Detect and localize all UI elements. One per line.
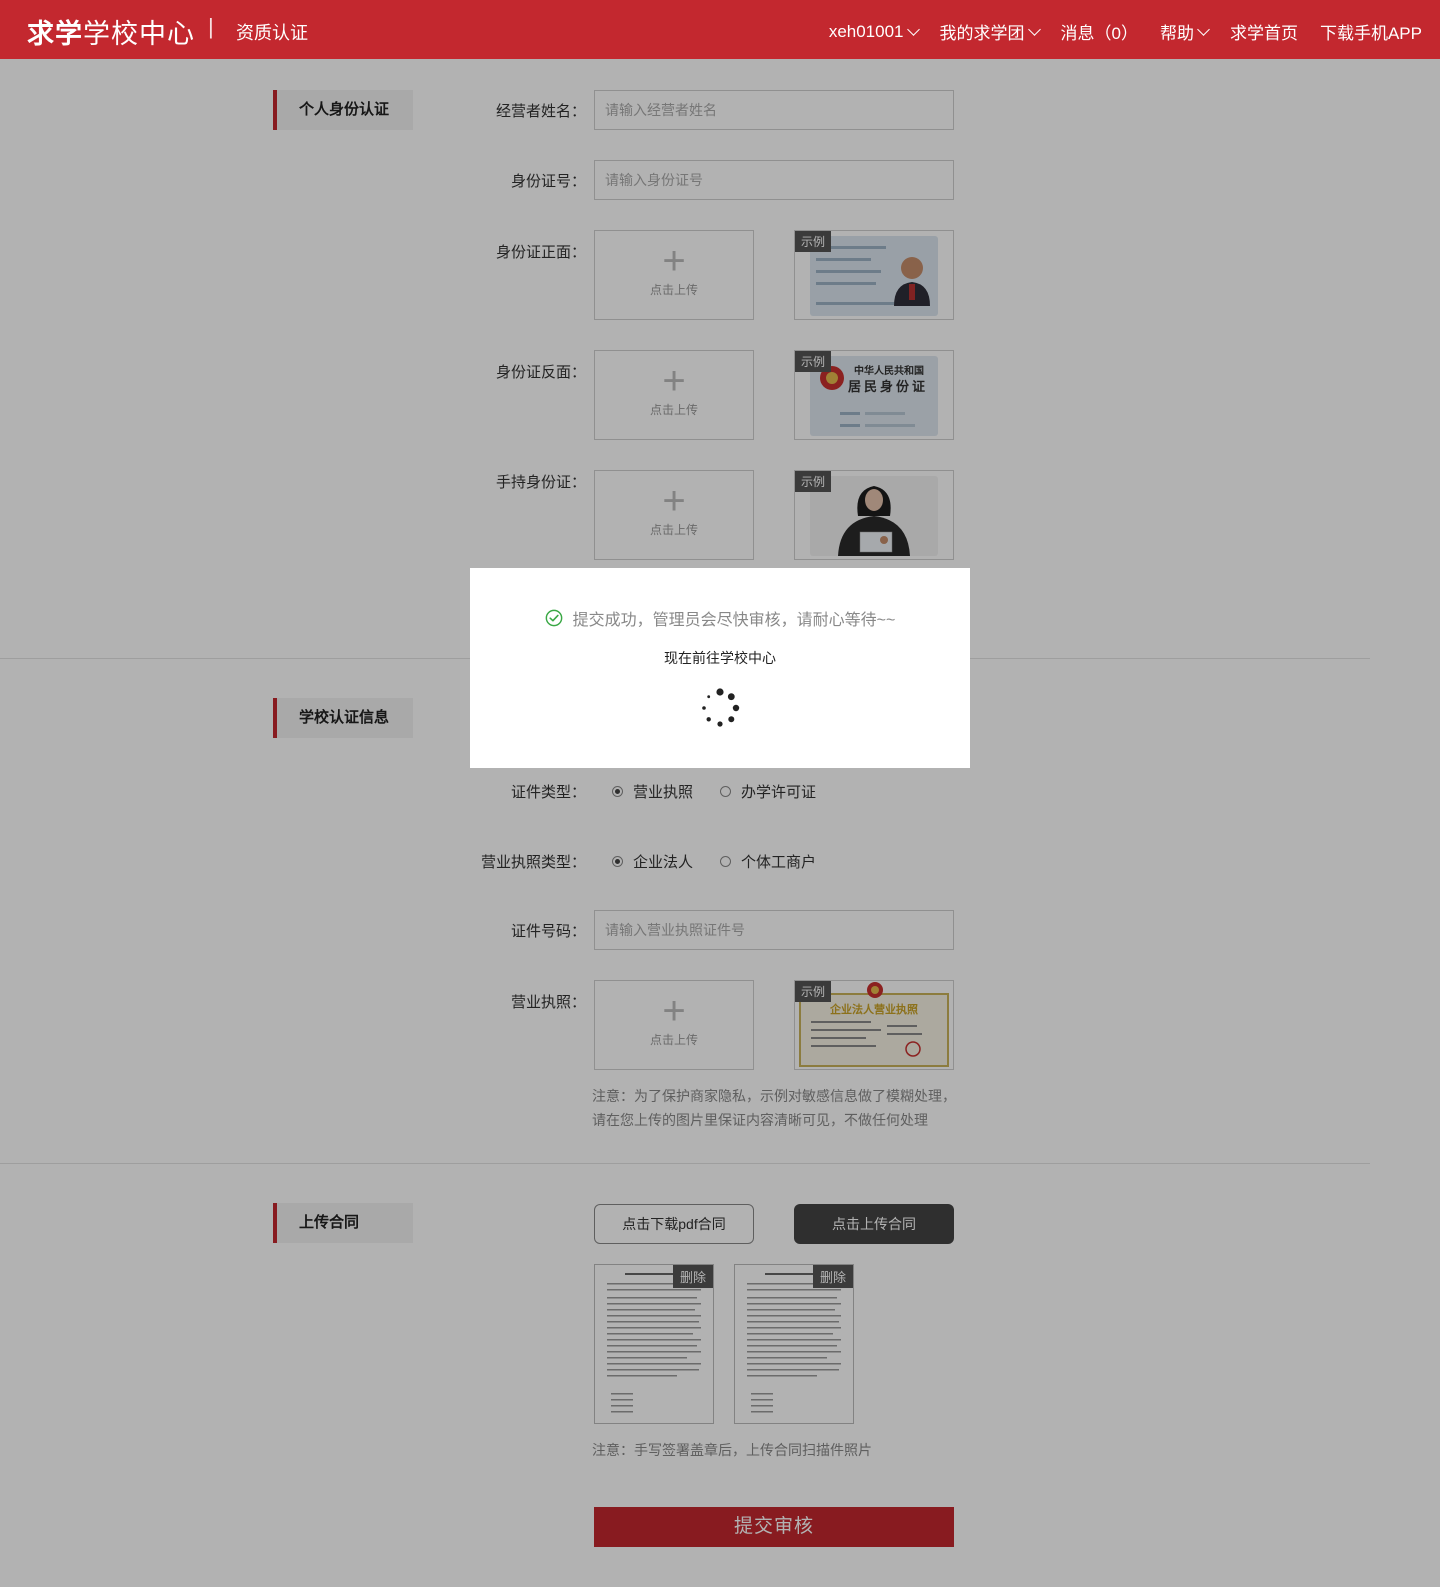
page-subtitle: 资质认证 bbox=[236, 23, 308, 43]
nav-help[interactable]: 帮助 bbox=[1159, 19, 1210, 44]
nav-user-menu[interactable]: xeh01001 bbox=[828, 19, 920, 44]
brand-rest-text: 学校中心 bbox=[83, 19, 195, 49]
chevron-down-icon bbox=[1027, 22, 1041, 36]
modal-overlay[interactable] bbox=[0, 59, 1440, 1587]
nav-user-label: xeh01001 bbox=[828, 21, 904, 41]
top-nav: xeh01001 我的求学团 消息（0） 帮助 求学首页 下载手机APP bbox=[829, 19, 1422, 44]
check-circle-icon bbox=[545, 609, 563, 627]
nav-help-label: 帮助 bbox=[1159, 24, 1194, 43]
chevron-down-icon bbox=[1197, 22, 1210, 36]
brand-separator: | bbox=[208, 14, 214, 39]
success-message-text: 提交成功，管理员会尽快审核，请耐心等待~~ bbox=[572, 612, 896, 629]
nav-my-group[interactable]: 我的求学团 bbox=[939, 19, 1041, 44]
redirect-text: 现在前往学校中心 bbox=[664, 650, 776, 666]
chevron-down-icon bbox=[906, 22, 920, 36]
nav-home-label: 求学首页 bbox=[1229, 24, 1298, 43]
nav-my-group-label: 我的求学团 bbox=[939, 24, 1025, 43]
nav-download-app[interactable]: 下载手机APP bbox=[1320, 19, 1422, 44]
success-modal: 提交成功，管理员会尽快审核，请耐心等待~~ 现在前往学校中心 bbox=[470, 568, 970, 768]
nav-download-app-label: 下载手机APP bbox=[1319, 24, 1422, 43]
success-message: 提交成功，管理员会尽快审核，请耐心等待~~ bbox=[470, 606, 970, 630]
nav-messages-label: 消息（0） bbox=[1060, 24, 1138, 43]
brand-bold-text: 求学 bbox=[27, 19, 83, 49]
nav-home[interactable]: 求学首页 bbox=[1230, 19, 1298, 44]
loading-spinner-icon bbox=[702, 688, 740, 727]
nav-messages[interactable]: 消息（0） bbox=[1061, 19, 1138, 44]
top-header: 求学学校中心 | 资质认证 xeh01001 我的求学团 消息（0） 帮助 求学… bbox=[0, 0, 1440, 59]
brand-logo[interactable]: 求学学校中心 bbox=[27, 12, 195, 51]
